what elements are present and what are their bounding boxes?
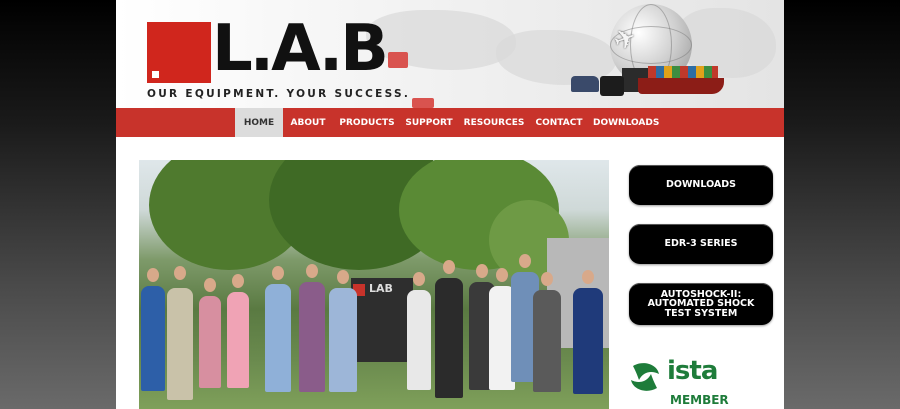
ship-icon [638, 78, 724, 94]
person-head [306, 264, 318, 278]
person-head [174, 266, 186, 280]
logo-text[interactable]: L.A.B [212, 10, 389, 88]
autoshock-ii-button[interactable]: AUTOSHOCK-II: AUTOMATED SHOCK TEST SYSTE… [629, 283, 773, 325]
person-head [443, 260, 455, 274]
page-container: L.A.B OUR EQUIPMENT. YOUR SUCCESS. ✈ HOM… [116, 0, 784, 409]
person [573, 288, 603, 394]
person-head [519, 254, 531, 268]
person [407, 290, 431, 390]
nav-home[interactable]: HOME [235, 108, 283, 137]
logo-mark-dot [152, 71, 159, 78]
nav-about[interactable]: ABOUT [286, 108, 330, 137]
tagline: OUR EQUIPMENT. YOUR SUCCESS. [147, 88, 411, 100]
person [227, 292, 249, 388]
person-head [413, 272, 425, 286]
person [167, 288, 193, 400]
person [199, 296, 221, 388]
nav-support[interactable]: SUPPORT [403, 108, 455, 137]
person-head [147, 268, 159, 282]
person-head [541, 272, 553, 286]
person [299, 282, 325, 392]
site-header: L.A.B OUR EQUIPMENT. YOUR SUCCESS. ✈ [116, 0, 784, 108]
person-head [496, 268, 508, 282]
cube-decoration [388, 52, 408, 68]
truck-cab-icon [600, 76, 624, 96]
nav-contact[interactable]: CONTACT [533, 108, 585, 137]
company-sign-text: LAB [369, 282, 393, 295]
person-head [272, 266, 284, 280]
person-head [582, 270, 594, 284]
main-nav: HOME ABOUT PRODUCTS SUPPORT RESOURCES CO… [116, 108, 784, 137]
ista-member-label: MEMBER [670, 393, 729, 407]
team-photo: LAB [139, 160, 609, 409]
person [329, 288, 357, 392]
person [265, 284, 291, 392]
downloads-button[interactable]: DOWNLOADS [629, 165, 773, 205]
ista-logo-text[interactable]: ista [667, 356, 718, 386]
nav-resources[interactable]: RESOURCES [463, 108, 525, 137]
ista-logo-icon[interactable] [629, 360, 661, 394]
person-head [232, 274, 244, 288]
person-head [337, 270, 349, 284]
person [141, 286, 165, 391]
world-map-decoration [496, 30, 616, 85]
nav-products[interactable]: PRODUCTS [338, 108, 396, 137]
person [435, 278, 463, 398]
person-head [476, 264, 488, 278]
cube-decoration [412, 98, 434, 108]
van-icon [571, 76, 599, 92]
person [533, 290, 561, 392]
nav-downloads[interactable]: DOWNLOADS [593, 108, 659, 137]
person-head [204, 278, 216, 292]
edr-3-series-button[interactable]: EDR-3 SERIES [629, 224, 773, 264]
